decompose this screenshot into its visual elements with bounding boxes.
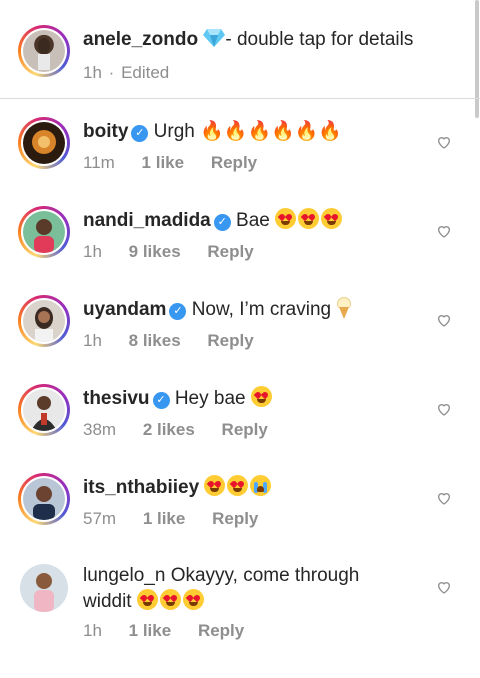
reply-button[interactable]: Reply [198,621,244,640]
timestamp: 1h [83,63,102,82]
timestamp: 1h [83,331,102,350]
comment-row: thesivu ✓ Hey bae 38m 2 likes Reply [0,366,480,455]
avatar[interactable] [18,384,70,436]
avatar[interactable] [18,117,70,169]
reply-button[interactable]: Reply [212,509,258,528]
reply-button[interactable]: Reply [207,331,253,350]
comment-body: Urgh [153,121,195,142]
avatar[interactable] [18,25,70,77]
caption-body: - double tap for details [225,29,414,50]
timestamp: 57m [83,509,117,528]
comment-body: Hey bae [174,388,246,409]
verified-check-icon: ✓ [213,214,231,231]
reply-button[interactable]: Reply [211,153,257,172]
likes-count[interactable]: 9 likes [129,242,181,261]
avatar[interactable] [18,206,70,258]
timestamp: 38m [83,420,117,439]
comment-meta: 1h 8 likes Reply [83,330,276,352]
verified-check-icon: ✓ [169,303,187,320]
comment-text: uyandam ✓ Now, I’m craving [83,297,430,322]
likes-count[interactable]: 8 likes [129,331,181,350]
heart-eyes-emoji [204,475,250,498]
comment-row: uyandam ✓ Now, I’m craving 1h 8 likes Rep… [0,277,480,366]
caption-text: anele_zondo - double tap for details [83,28,430,55]
comment-text: nandi_madida ✓ Bae [83,208,430,233]
comment-meta: 38m 2 likes Reply [83,419,290,441]
comment-meta: 57m 1 like Reply [83,508,280,530]
comment-row: nandi_madida ✓ Bae 1h 9 likes Reply [0,188,480,277]
comment-text-continued: widdit [83,589,430,614]
avatar[interactable] [18,473,70,525]
verified-check-icon: ✓ [152,392,170,409]
heart-outline-icon[interactable] [436,490,452,506]
username[interactable]: lungelo_n [83,565,165,586]
likes-count[interactable]: 2 likes [143,420,195,439]
avatar[interactable] [18,295,70,347]
heart-outline-icon[interactable] [436,579,452,595]
heart-outline-icon[interactable] [436,401,452,417]
comment-body: Okayyy, come through [170,565,360,586]
reply-button[interactable]: Reply [207,242,253,261]
comment-meta: 11m 1 like Reply [83,152,279,174]
likes-count[interactable]: 1 like [142,153,185,172]
heart-outline-icon[interactable] [436,312,452,328]
comment-text: thesivu ✓ Hey bae [83,386,430,411]
heart-outline-icon[interactable] [436,223,452,239]
crying-face-emoji [250,475,272,496]
ice-cream-emoji [336,297,352,319]
comment-text: boity ✓ Urgh 🔥🔥🔥🔥🔥🔥 [83,119,430,144]
username[interactable]: its_nthabiiey [83,477,199,498]
dot-separator: · [108,63,115,82]
timestamp: 1h [83,621,102,640]
heart-eyes-emoji [136,589,206,612]
reply-button[interactable]: Reply [222,420,268,439]
likes-count[interactable]: 1 like [129,621,172,640]
comment-row: boity ✓ Urgh 🔥🔥🔥🔥🔥🔥 11m 1 like Reply [0,99,480,188]
fire-emoji: 🔥🔥🔥🔥🔥🔥 [200,120,343,142]
timestamp: 11m [83,153,115,172]
likes-count[interactable]: 1 like [143,509,186,528]
comment-body-line2: widdit [83,591,132,612]
heart-eyes-emoji [250,386,274,409]
verified-check-icon: ✓ [131,125,149,142]
comment-row: its_nthabiiey 57m 1 like Reply [0,455,480,544]
comment-meta: 1h 1 like Reply [83,620,266,642]
username[interactable]: thesivu [83,388,150,409]
comment-body: Now, I’m craving [191,299,332,320]
caption-meta: 1h · Edited [83,62,191,84]
comment-text: its_nthabiiey [83,475,430,500]
comment-text: lungelo_n Okayyy, come through [83,564,430,588]
avatar[interactable] [20,564,68,612]
edited-label: Edited [121,63,170,82]
caption-row: anele_zondo - double tap for details 1h … [0,0,480,98]
timestamp: 1h [83,242,102,261]
comment-meta: 1h 9 likes Reply [83,241,276,263]
heart-outline-icon[interactable] [436,134,452,150]
username[interactable]: uyandam [83,299,166,320]
gem-emoji [203,28,226,55]
username[interactable]: anele_zondo [83,29,198,50]
username[interactable]: boity [83,121,128,142]
username[interactable]: nandi_madida [83,210,211,231]
heart-eyes-emoji [275,208,344,231]
comment-row: lungelo_n Okayyy, come through widdit 1h… [0,544,480,654]
comment-body: Bae [236,210,270,231]
